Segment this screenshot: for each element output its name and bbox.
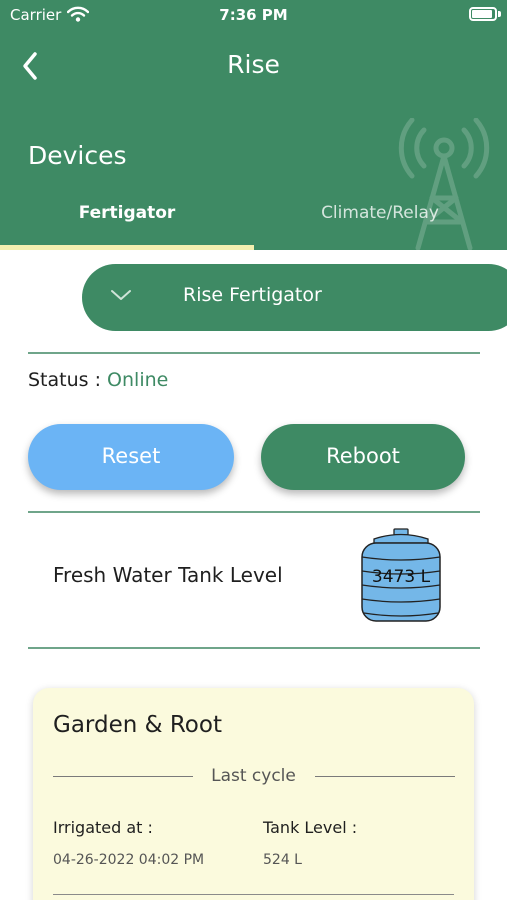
reset-button[interactable]: Reset	[28, 424, 234, 490]
clock: 7:36 PM	[219, 6, 288, 24]
status-value: Online	[107, 369, 169, 391]
tank-level-card-label: Tank Level :	[263, 818, 358, 837]
status-bar: Carrier 7:36 PM	[0, 0, 507, 30]
device-dropdown[interactable]: Rise Fertigator	[82, 264, 507, 331]
divider	[28, 352, 480, 354]
device-name: Rise Fertigator	[183, 284, 322, 306]
reboot-button[interactable]: Reboot	[261, 424, 465, 490]
tank-level-card-value: 524 L	[263, 852, 302, 868]
irrigated-at-label: Irrigated at :	[53, 818, 153, 837]
divider	[28, 511, 480, 513]
antenna-tower-icon	[398, 118, 490, 250]
status-label: Status :	[28, 369, 101, 391]
battery-tip	[498, 11, 501, 17]
active-tab-indicator	[0, 245, 254, 250]
zone-title: Garden & Root	[53, 712, 222, 738]
app-title: Rise	[227, 50, 280, 79]
section-title: Devices	[28, 141, 127, 170]
tab-fertigator[interactable]: Fertigator	[0, 203, 254, 223]
status-row: Status : Online	[28, 369, 168, 391]
separator-line	[315, 776, 455, 777]
tank-level-value: 3473 L	[371, 567, 431, 587]
battery-icon	[469, 7, 497, 21]
divider	[28, 647, 480, 649]
irrigated-at-value: 04-26-2022 04:02 PM	[53, 852, 205, 868]
chevron-down-icon	[111, 290, 131, 300]
tank-level-label: Fresh Water Tank Level	[53, 563, 283, 587]
tab-climate-relay[interactable]: Climate/Relay	[253, 203, 507, 223]
card-divider	[53, 894, 454, 895]
header: Carrier 7:36 PM Rise Devices Fertigator …	[0, 0, 507, 250]
zone-card[interactable]: Garden & Root Last cycle Irrigated at : …	[33, 688, 474, 900]
